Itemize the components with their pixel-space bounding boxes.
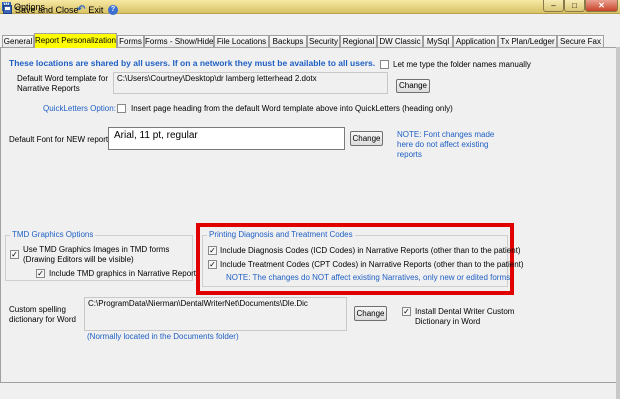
minimize-button[interactable]: – — [543, 0, 564, 12]
install-dictionary-label: Install Dental Writer Custom Dictionary … — [415, 307, 515, 326]
spelling-dictionary-label: Custom spelling dictionary for Word — [9, 305, 76, 324]
default-font-label: Default Font for NEW reports — [9, 135, 113, 144]
codes-note: NOTE: The changes do NOT affect existing… — [226, 273, 511, 282]
documents-folder-hint: (Normally located in the Documents folde… — [87, 332, 239, 341]
maximize-button[interactable]: □ — [564, 0, 585, 12]
quickletters-checkbox-label: Insert page heading from the default Wor… — [131, 104, 453, 113]
install-dictionary-checkbox[interactable]: ✓ — [402, 307, 411, 316]
use-tmd-images-checkbox[interactable]: ✓ — [10, 250, 19, 259]
include-cpt-label: Include Treatment Codes (CPT Codes) in N… — [220, 260, 524, 269]
tmd-graphics-title: TMD Graphics Options — [10, 230, 96, 240]
default-font-change-button[interactable]: Change — [350, 131, 383, 146]
font-change-note: NOTE: Font changes made here do not affe… — [397, 130, 495, 159]
quickletters-checkbox[interactable] — [117, 104, 126, 113]
tab-strip: General Report Personalization Forms For… — [0, 33, 620, 48]
include-tmd-graphics-label: Include TMD graphics in Narrative Report… — [49, 269, 201, 278]
exit-label: Exit — [88, 4, 104, 15]
exit-button[interactable]: ↶ Exit — [77, 3, 103, 16]
include-icd-checkbox[interactable]: ✓ — [208, 246, 217, 255]
exit-icon: ↶ — [77, 3, 86, 15]
shared-locations-notice: These locations are shared by all users.… — [9, 58, 376, 68]
word-template-label: Default Word template for Narrative Repo… — [17, 74, 109, 93]
codes-group-title: Printing Diagnosis and Treatment Codes — [207, 230, 355, 240]
bottom-strip — [0, 383, 620, 399]
close-button[interactable]: ✕ — [585, 0, 618, 12]
word-template-path-field[interactable]: C:\Users\Courtney\Desktop\dr lamberg let… — [113, 72, 388, 94]
save-icon — [3, 5, 12, 14]
help-icon: ? — [108, 4, 118, 15]
help-button[interactable]: ? — [108, 3, 118, 16]
save-and-close-button[interactable]: Save and Close — [3, 3, 79, 16]
include-cpt-checkbox[interactable]: ✓ — [208, 260, 217, 269]
let-me-type-checkbox[interactable] — [380, 60, 389, 69]
include-tmd-graphics-checkbox[interactable]: ✓ — [36, 269, 45, 278]
toolbar — [0, 14, 620, 32]
save-and-close-label: Save and Close — [15, 4, 79, 15]
let-me-type-label: Let me type the folder names manually — [393, 60, 531, 69]
use-tmd-images-label: Use TMD Graphics Images in TMD forms (Dr… — [23, 245, 170, 264]
spelling-change-button[interactable]: Change — [354, 306, 387, 321]
default-font-field[interactable]: Arial, 11 pt, regular — [108, 127, 345, 150]
tab-report-personalization[interactable]: Report Personalization — [34, 33, 117, 48]
spelling-dictionary-path-field[interactable]: C:\ProgramData\Nierman\DentalWriterNet\D… — [84, 297, 347, 331]
quickletters-option-label: QuickLetters Option: — [43, 104, 116, 113]
include-icd-label: Include Diagnosis Codes (ICD Codes) in N… — [220, 246, 521, 255]
word-template-change-button[interactable]: Change — [396, 79, 430, 93]
window-right-edge — [616, 47, 620, 399]
